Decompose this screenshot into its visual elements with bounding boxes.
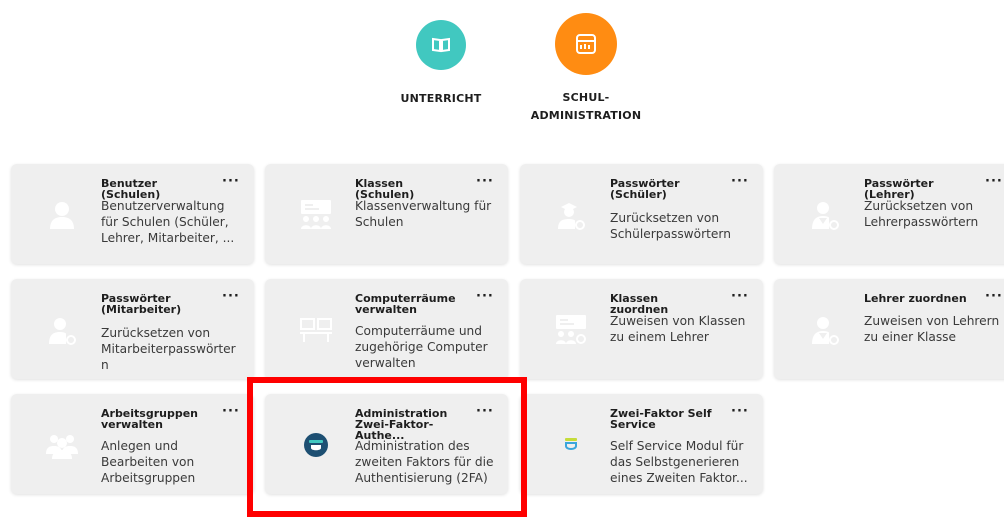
tile-title: Klassen zuordnen <box>610 292 669 316</box>
tile-description: Zuweisen von Klassen zu einem Lehrer <box>610 314 746 344</box>
tile-title: Computerräume verwalten <box>355 292 456 316</box>
tile-description: Klassenverwaltung für Schulen <box>355 199 492 229</box>
tile-2fa-self-service[interactable]: Zwei-Faktor Self Service ··· Self Servic… <box>520 394 763 494</box>
more-icon[interactable]: ··· <box>731 290 749 303</box>
tile-passwoerter-lehrer[interactable]: Passwörter (Lehrer) ··· Zurücksetzen von… <box>774 164 1004 264</box>
tile-title: Benutzer (Schulen) <box>101 177 161 201</box>
tile-title: Klassen (Schulen) <box>355 177 415 201</box>
teacher-key-icon <box>808 198 842 232</box>
more-icon[interactable]: ··· <box>222 175 240 188</box>
class-icon <box>299 198 333 232</box>
tile-description: Self Service Modul für das Selbstgenerie… <box>610 439 748 485</box>
tile-passwoerter-schueler[interactable]: Passwörter (Schüler) ··· Zurücksetzen vo… <box>520 164 763 264</box>
2fa-self-service-icon <box>554 428 588 462</box>
category-label: UNTERRICHT <box>400 92 482 105</box>
tile-title: Passwörter (Lehrer) <box>864 177 934 201</box>
tile-lehrer-zuordnen[interactable]: Lehrer zuordnen ··· Zuweisen von Lehrern… <box>774 279 1004 379</box>
more-icon[interactable]: ··· <box>731 175 749 188</box>
tile-computerraeume[interactable]: Computerräume verwalten ··· Computerräum… <box>265 279 508 379</box>
staff-key-icon <box>45 313 79 347</box>
teacher-assign-icon <box>808 313 842 347</box>
more-icon[interactable]: ··· <box>222 405 240 418</box>
tile-description: Anlegen und Bearbeiten von Arbeitsgruppe… <box>101 439 196 485</box>
tile-title: Zwei-Faktor Self Service <box>610 407 712 431</box>
more-icon[interactable]: ··· <box>985 290 1003 303</box>
tile-benutzer-schulen[interactable]: Benutzer (Schulen) ··· Benutzerverwaltun… <box>11 164 254 264</box>
more-icon[interactable]: ··· <box>476 290 494 303</box>
computer-room-icon <box>299 313 333 347</box>
more-icon[interactable]: ··· <box>985 175 1003 188</box>
highlight-box <box>247 377 527 517</box>
tile-title: Arbeitsgruppen verwalten <box>101 407 199 431</box>
student-key-icon <box>554 198 588 232</box>
tile-klassen-schulen[interactable]: Klassen (Schulen) ··· Klassenverwaltung … <box>265 164 508 264</box>
tile-description: Zurücksetzen von Mitarbeiterpasswörter n <box>101 326 236 372</box>
tile-description: Benutzerverwaltung für Schulen (Schüler,… <box>101 199 235 245</box>
tile-title: Lehrer zuordnen <box>864 292 967 305</box>
category-schul-administration[interactable]: SCHUL- ADMINISTRATION <box>524 13 648 125</box>
tile-description: Zurücksetzen von Schülerpasswörtern <box>610 211 731 241</box>
tile-passwoerter-mitarbeiter[interactable]: Passwörter (Mitarbeiter) ··· Zurücksetze… <box>11 279 254 379</box>
tile-title: Passwörter (Schüler) <box>610 177 680 201</box>
tile-description: Zurücksetzen von Lehrerpasswörtern <box>864 199 979 229</box>
tile-description: Computerräume und zugehörige Computer ve… <box>355 324 488 370</box>
category-unterricht[interactable]: UNTERRICHT <box>400 20 482 108</box>
tile-klassen-zuordnen[interactable]: Klassen zuordnen ··· Zuweisen von Klasse… <box>520 279 763 379</box>
category-label: SCHUL- ADMINISTRATION <box>530 91 642 122</box>
user-icon <box>45 198 79 232</box>
more-icon[interactable]: ··· <box>476 175 494 188</box>
tile-arbeitsgruppen[interactable]: Arbeitsgruppen verwalten ··· Anlegen und… <box>11 394 254 494</box>
group-icon <box>45 428 79 462</box>
admin-board-icon <box>555 13 617 75</box>
tile-description: Zuweisen von Lehrern zu einer Klasse <box>864 314 1000 344</box>
more-icon[interactable]: ··· <box>731 405 749 418</box>
book-icon <box>416 20 466 70</box>
tile-title: Passwörter (Mitarbeiter) <box>101 292 182 316</box>
class-assign-icon <box>554 313 588 347</box>
more-icon[interactable]: ··· <box>222 290 240 303</box>
